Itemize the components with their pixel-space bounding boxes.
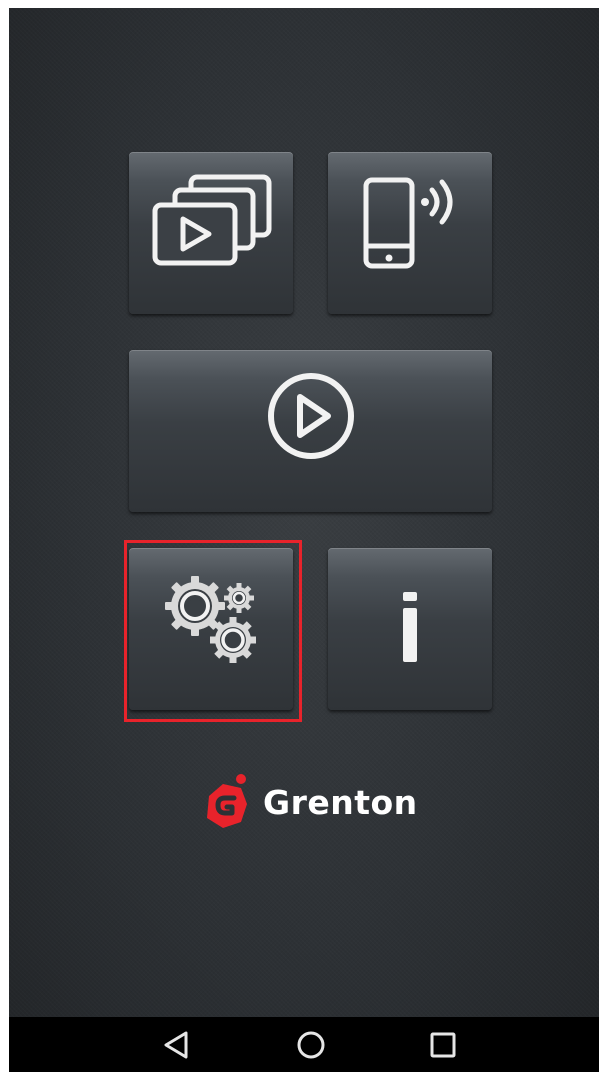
recents-button[interactable] — [423, 1027, 463, 1063]
app-screen: Grenton — [9, 8, 599, 1072]
play-circle-icon — [268, 373, 354, 459]
play-button[interactable] — [129, 350, 492, 512]
settings-button[interactable] — [129, 548, 293, 710]
brand-name: Grenton — [263, 782, 418, 822]
gears-icon — [165, 576, 256, 663]
phone-wireless-icon — [363, 177, 453, 269]
system-navigation-bar — [9, 1017, 599, 1072]
grenton-logo: Grenton — [201, 772, 418, 832]
slideshow-button[interactable] — [129, 152, 293, 314]
home-circle-icon — [297, 1031, 325, 1059]
grenton-logo-icon — [207, 774, 247, 828]
home-button[interactable] — [291, 1027, 331, 1063]
back-triangle-icon — [164, 1031, 188, 1059]
info-icon — [403, 592, 417, 662]
slideshow-stack-icon — [152, 174, 272, 266]
info-button[interactable] — [328, 548, 492, 710]
recents-square-icon — [430, 1032, 456, 1058]
back-button[interactable] — [157, 1027, 197, 1063]
remote-control-button[interactable] — [328, 152, 492, 314]
